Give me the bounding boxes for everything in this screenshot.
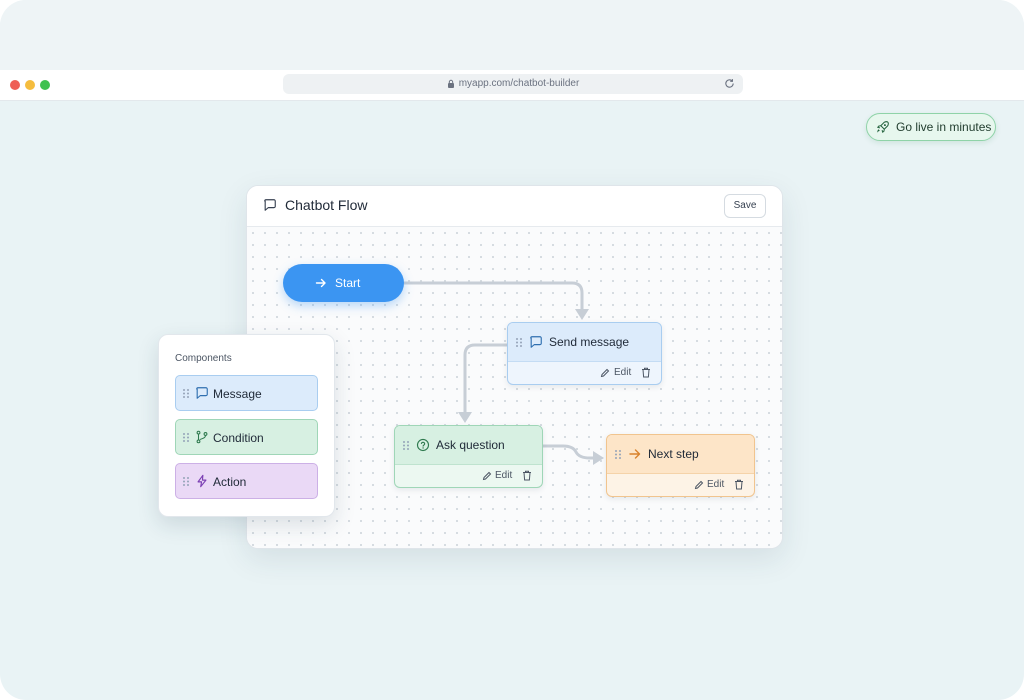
connector-ask-to-next <box>541 444 594 460</box>
next-step-node[interactable]: Next step Edit <box>606 434 755 497</box>
node-header: Send message <box>508 323 661 362</box>
message-icon <box>196 387 208 399</box>
drag-handle-icon[interactable] <box>515 337 523 348</box>
arrow-right-icon <box>315 278 326 288</box>
question-icon <box>416 438 430 452</box>
component-message[interactable]: Message <box>175 375 318 411</box>
lightning-icon <box>197 474 207 488</box>
pencil-icon[interactable] <box>694 480 704 490</box>
edit-button[interactable]: Edit <box>614 367 631 378</box>
drag-handle-icon[interactable] <box>182 388 190 399</box>
trash-icon[interactable] <box>522 470 532 481</box>
node-header: Ask question <box>395 426 542 465</box>
node-label: Send message <box>549 335 630 349</box>
connector-arrowhead <box>458 412 472 423</box>
pencil-icon[interactable] <box>600 368 610 378</box>
arrow-right-icon <box>629 449 641 459</box>
node-label: Next step <box>648 447 699 461</box>
component-label: Condition <box>213 431 264 445</box>
branch-icon <box>196 430 208 444</box>
drag-handle-icon[interactable] <box>614 449 622 460</box>
node-footer: Edit <box>395 465 542 487</box>
trash-icon[interactable] <box>641 367 651 378</box>
drag-handle-icon[interactable] <box>182 476 190 487</box>
components-panel: Components Message Condition Action <box>158 334 335 517</box>
edit-button[interactable]: Edit <box>495 470 512 481</box>
node-label: Ask question <box>436 438 505 452</box>
component-action[interactable]: Action <box>175 463 318 499</box>
app-frame: myapp.com/chatbot-builder Go live in min… <box>0 0 1024 700</box>
connector-arrowhead <box>575 309 589 320</box>
start-node[interactable]: Start <box>283 264 404 302</box>
components-heading: Components <box>175 353 232 364</box>
component-condition[interactable]: Condition <box>175 419 318 455</box>
ask-question-node[interactable]: Ask question Edit <box>394 425 543 488</box>
drag-handle-icon[interactable] <box>182 432 190 443</box>
component-label: Message <box>213 387 262 401</box>
node-header: Next step <box>607 435 754 474</box>
message-icon <box>530 336 542 348</box>
connector-start-to-send <box>404 281 584 310</box>
connector-arrowhead <box>593 451 604 465</box>
edit-button[interactable]: Edit <box>707 479 724 490</box>
pencil-icon[interactable] <box>482 471 492 481</box>
trash-icon[interactable] <box>734 479 744 490</box>
component-label: Action <box>213 475 247 489</box>
drag-handle-icon[interactable] <box>402 440 410 451</box>
send-message-node[interactable]: Send message Edit <box>507 322 662 385</box>
node-footer: Edit <box>508 362 661 384</box>
start-label: Start <box>335 276 361 290</box>
node-footer: Edit <box>607 474 754 496</box>
connector-send-to-ask <box>463 343 507 413</box>
